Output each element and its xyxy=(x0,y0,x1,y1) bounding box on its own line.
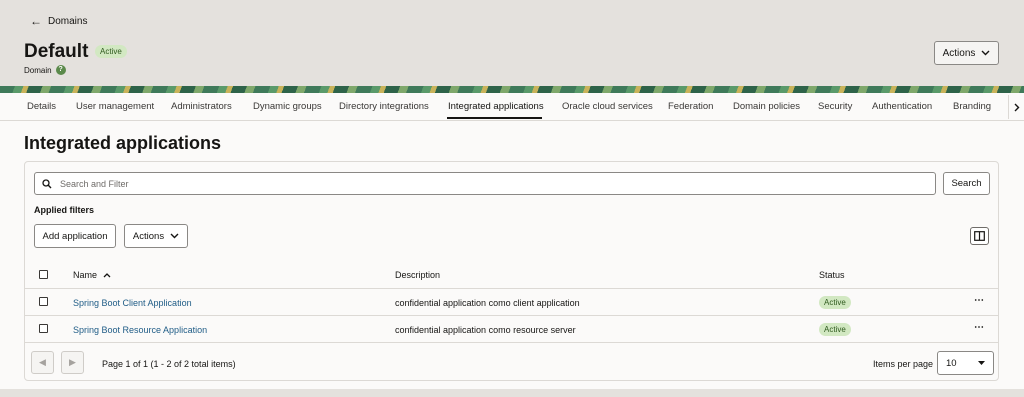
header-divider xyxy=(25,288,998,289)
page-title: Default xyxy=(24,41,89,62)
add-application-button[interactable]: Add application xyxy=(34,224,116,248)
tab-oracle-cloud-services[interactable]: Oracle cloud services xyxy=(562,101,653,112)
tab-domain-policies[interactable]: Domain policies xyxy=(733,101,800,112)
search-button[interactable]: Search xyxy=(943,172,990,195)
back-to-domains-link[interactable]: ← Domains xyxy=(30,15,87,27)
tab-integrated-applications[interactable]: Integrated applications xyxy=(448,101,544,112)
chevron-down-icon xyxy=(170,233,179,239)
active-tab-indicator xyxy=(447,117,542,119)
next-page-button[interactable]: ▶ xyxy=(61,351,84,374)
select-all-checkbox[interactable] xyxy=(39,270,48,279)
column-layout-button[interactable] xyxy=(970,227,989,245)
tab-details[interactable]: Details xyxy=(27,101,56,112)
items-per-page-value: 10 xyxy=(946,357,957,369)
tab-directory-integrations[interactable]: Directory integrations xyxy=(339,101,429,112)
status-badge: Active xyxy=(95,45,127,58)
section-title: Integrated applications xyxy=(24,133,222,153)
row-checkbox[interactable] xyxy=(39,297,48,306)
app-description: confidential application como client app… xyxy=(395,298,580,308)
chevron-down-icon xyxy=(981,50,990,56)
caret-down-icon xyxy=(978,361,985,365)
previous-page-button[interactable]: ◀ xyxy=(31,351,54,374)
subtitle-text: Domain xyxy=(24,65,52,75)
search-input[interactable]: Search and Filter xyxy=(34,172,936,195)
triangle-left-icon: ◀ xyxy=(39,357,46,367)
tab-administrators[interactable]: Administrators xyxy=(171,101,232,112)
column-name-label: Name xyxy=(73,270,98,280)
status-badge: Active xyxy=(819,323,851,336)
search-placeholder: Search and Filter xyxy=(60,178,129,189)
header-actions-button[interactable]: Actions xyxy=(934,41,999,65)
column-header-description: Description xyxy=(395,270,441,280)
tab-security[interactable]: Security xyxy=(818,101,852,112)
arrow-left-icon: ← xyxy=(30,14,42,28)
row-divider xyxy=(25,342,998,343)
search-icon xyxy=(42,178,52,188)
row-checkbox[interactable] xyxy=(39,324,48,333)
decorative-banner xyxy=(0,86,1024,93)
app-description: confidential application como resource s… xyxy=(395,325,576,335)
items-per-page-select[interactable]: 10 xyxy=(937,351,994,375)
header-actions-label: Actions xyxy=(942,47,976,59)
question-icon[interactable]: ? xyxy=(55,65,66,75)
applied-filters-label: Applied filters xyxy=(34,205,95,215)
tab-branding[interactable]: Branding xyxy=(953,101,991,112)
domain-subtitle: Domain ? xyxy=(24,65,66,75)
tab-bar: Details User management Administrators D… xyxy=(0,93,1024,121)
sort-ascending-icon xyxy=(103,272,111,277)
row-divider xyxy=(25,315,998,316)
back-label: Domains xyxy=(48,15,88,27)
app-name-link[interactable]: Spring Boot Client Application xyxy=(73,298,192,308)
tab-authentication[interactable]: Authentication xyxy=(872,101,932,112)
tab-user-management[interactable]: User management xyxy=(76,101,154,112)
tab-scroll-right-button[interactable] xyxy=(1008,95,1024,119)
status-badge: Active xyxy=(819,296,851,309)
tab-federation[interactable]: Federation xyxy=(668,101,713,112)
column-header-status: Status xyxy=(819,270,845,280)
column-header-name[interactable]: Name xyxy=(73,270,111,280)
more-options-icon[interactable]: ⋯ xyxy=(974,295,984,306)
chevron-right-icon xyxy=(1014,103,1019,111)
tab-dynamic-groups[interactable]: Dynamic groups xyxy=(253,101,322,112)
page-footer-strip xyxy=(0,389,1024,397)
triangle-right-icon: ▶ xyxy=(69,357,76,367)
columns-icon xyxy=(974,231,985,241)
table-actions-label: Actions xyxy=(132,230,165,242)
table-actions-button[interactable]: Actions xyxy=(124,224,188,248)
pagination-summary: Page 1 of 1 (1 - 2 of 2 total items) xyxy=(102,359,236,369)
app-name-link[interactable]: Spring Boot Resource Application xyxy=(73,325,207,335)
more-options-icon[interactable]: ⋯ xyxy=(974,322,984,333)
items-per-page-label: Items per page xyxy=(873,359,934,369)
page-header xyxy=(0,0,1024,88)
